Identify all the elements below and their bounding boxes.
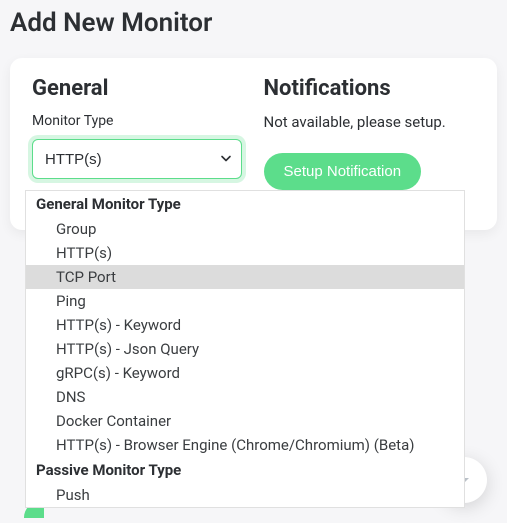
dropdown-option[interactable]: HTTP(s) - Keyword <box>26 313 464 337</box>
monitor-type-dropdown: General Monitor TypeGroupHTTP(s)TCP Port… <box>25 190 465 508</box>
dropdown-option[interactable]: HTTP(s) <box>26 241 464 265</box>
dropdown-option[interactable]: Ping <box>26 289 464 313</box>
dropdown-option[interactable]: Group <box>26 217 464 241</box>
dropdown-group-label: Passive Monitor Type <box>26 457 464 483</box>
page-title: Add New Monitor <box>0 0 507 58</box>
dropdown-option[interactable]: TCP Port <box>26 265 464 289</box>
notifications-column: Notifications Not available, please setu… <box>264 76 476 190</box>
notifications-heading: Notifications <box>264 76 476 101</box>
dropdown-option[interactable]: Push <box>26 483 464 507</box>
general-column: General Monitor Type HTTP(s) <box>32 76 244 190</box>
monitor-type-label: Monitor Type <box>32 113 244 129</box>
dropdown-option[interactable]: HTTP(s) - Browser Engine (Chrome/Chromiu… <box>26 433 464 457</box>
notifications-unavailable-text: Not available, please setup. <box>264 113 476 131</box>
general-heading: General <box>32 76 244 101</box>
dropdown-option[interactable]: gRPC(s) - Keyword <box>26 361 464 385</box>
monitor-type-select[interactable]: HTTP(s) <box>32 139 242 179</box>
monitor-type-select-wrap: HTTP(s) <box>32 139 242 179</box>
setup-notification-button[interactable]: Setup Notification <box>264 153 422 190</box>
dropdown-option[interactable]: Docker Container <box>26 409 464 433</box>
dropdown-option[interactable]: DNS <box>26 385 464 409</box>
dropdown-option[interactable]: HTTP(s) - Json Query <box>26 337 464 361</box>
dropdown-group-label: General Monitor Type <box>26 191 464 217</box>
